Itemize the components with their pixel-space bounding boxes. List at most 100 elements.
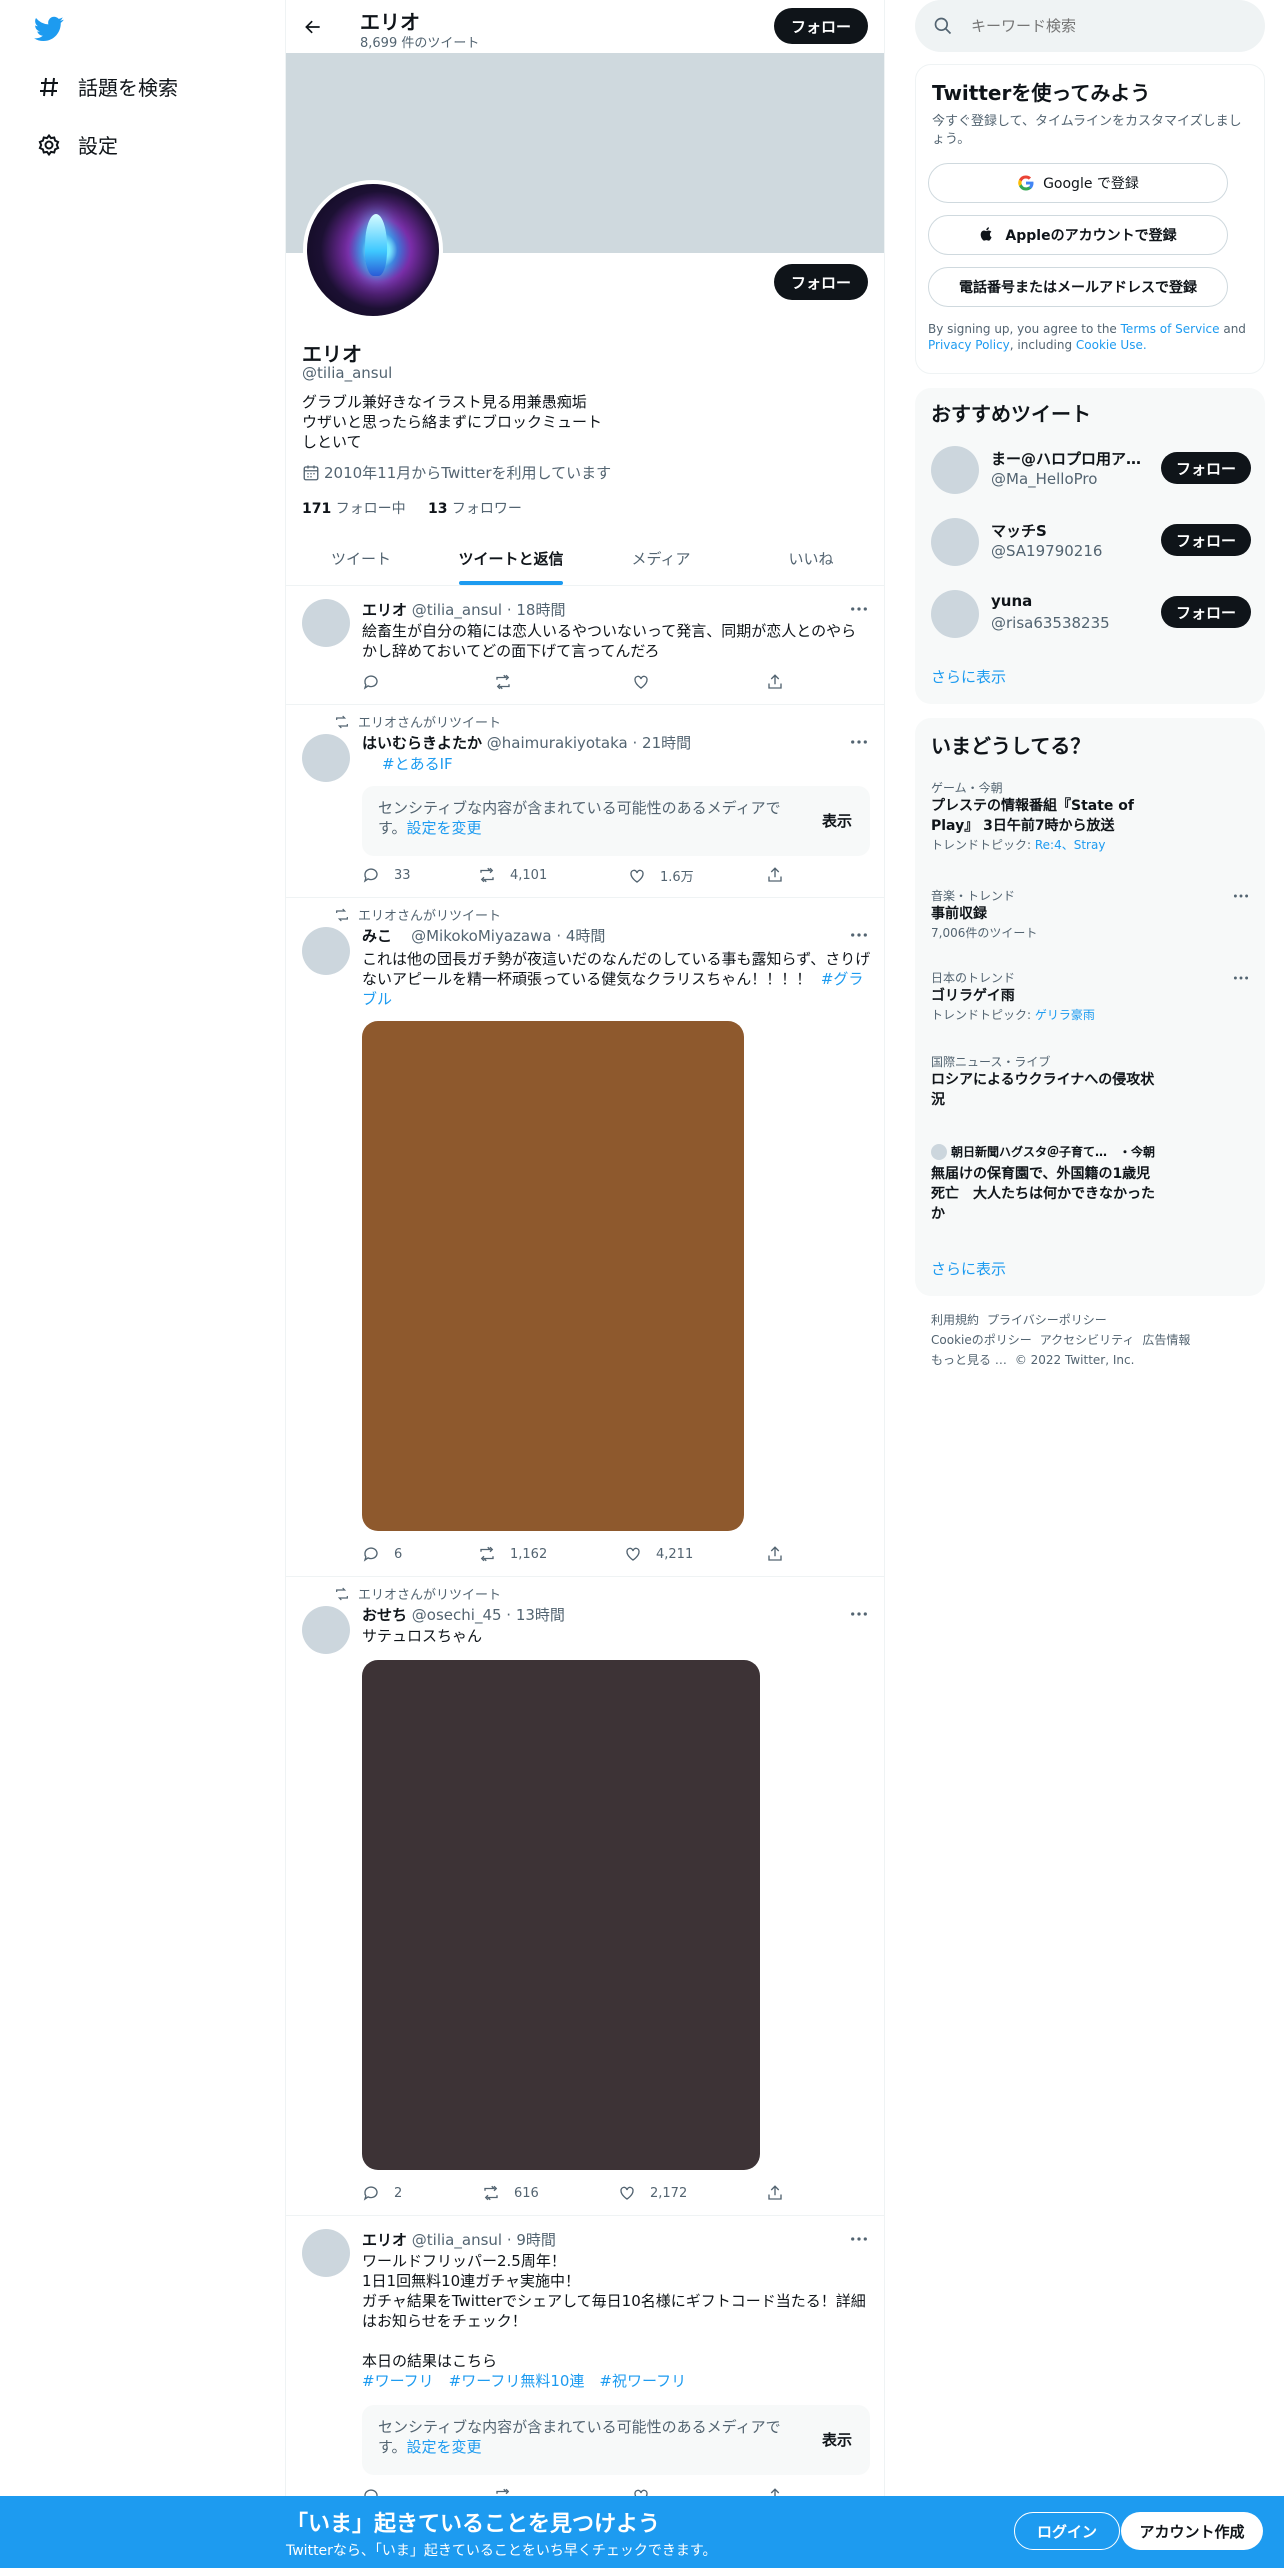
profile-follow-button[interactable]: フォロー	[774, 264, 868, 300]
login-button[interactable]: ログイン	[1014, 2512, 1120, 2550]
phone-email-signup-button[interactable]: 電話番号またはメールアドレスで登録	[928, 267, 1228, 307]
recommended-user[interactable]: マッチS @SA19790216 フォロー	[931, 516, 1251, 568]
share-button[interactable]	[766, 1545, 798, 1563]
profile-tabs: ツイート ツイートと返信 メディア いいね	[286, 532, 884, 586]
terms-link[interactable]: Terms of Service	[1121, 322, 1220, 336]
search-input[interactable]	[971, 17, 1231, 35]
avatar[interactable]	[302, 2229, 350, 2277]
avatar[interactable]	[302, 599, 350, 647]
twitter-logo-icon[interactable]	[34, 14, 64, 44]
retweet-button[interactable]: 4,101	[478, 866, 547, 884]
show-media-button[interactable]: 表示	[822, 2429, 852, 2450]
tab-media[interactable]: メディア	[586, 532, 736, 585]
like-button[interactable]	[632, 673, 664, 691]
cookie-link[interactable]: Cookie Use.	[1076, 338, 1147, 352]
trends-title: いまどうしてる？	[931, 734, 1091, 758]
more-icon[interactable]	[1231, 888, 1251, 904]
more-icon[interactable]	[848, 1604, 870, 1624]
reply-button[interactable]: 6	[362, 1545, 402, 1563]
reply-icon	[362, 866, 380, 884]
sensitive-media-notice: センシティブな内容が含まれている可能性のあるメディアです。設定を変更 表示	[362, 2405, 870, 2475]
trend-item[interactable]: 国際ニュース・ライブ ロシアによるウクライナへの侵攻状況	[931, 1054, 1251, 1110]
avatar[interactable]	[302, 734, 350, 782]
signup-button[interactable]: アカウント作成	[1121, 2512, 1263, 2550]
more-icon[interactable]	[848, 732, 870, 752]
tweet-image[interactable]	[362, 1660, 760, 2170]
tab-likes[interactable]: いいね	[736, 532, 884, 585]
trend-item[interactable]: 朝日新聞ハグスタ＠子育て… ・今朝 無届けの保育園で、外国籍の1歳児死亡 大人た…	[931, 1144, 1251, 1224]
apple-icon	[979, 226, 997, 244]
retweet-button[interactable]: 616	[482, 2184, 539, 2202]
more-icon[interactable]	[848, 599, 870, 619]
heart-icon	[624, 1545, 642, 1563]
avatar[interactable]	[931, 590, 979, 638]
retweeted-by: エリオさんがリツイート	[334, 905, 501, 924]
following-link[interactable]: 171 フォロー中	[302, 501, 406, 517]
reply-button[interactable]: 33	[362, 866, 411, 884]
more-icon[interactable]	[848, 2229, 870, 2249]
profile-avatar[interactable]	[303, 180, 443, 320]
tab-tweets-replies[interactable]: ツイートと返信	[436, 532, 586, 585]
retweet-button[interactable]	[494, 673, 526, 691]
reply-button[interactable]: 2	[362, 2184, 402, 2202]
tweet[interactable]: エリオ @tilia_ansul · 9時間 ワールドフリッパー2.5周年！ 1…	[286, 2217, 884, 2517]
share-button[interactable]	[766, 866, 798, 884]
reply-icon	[362, 1545, 380, 1563]
avatar[interactable]	[302, 927, 350, 975]
tweet-text: 絵畜生が自分の箱には恋人いるやついないって発言、同期が恋人とのやらかし辞めておい…	[362, 622, 857, 660]
show-more-link[interactable]: さらに表示	[931, 666, 1006, 687]
bottom-title: 「いま」起きていることを見つけよう	[286, 2512, 661, 2537]
tweet[interactable]: エリオさんがリツイート みこ @MikokoMiyazawa · 4時間 これは…	[286, 899, 884, 1577]
share-icon	[766, 866, 784, 884]
retweet-button[interactable]: 1,162	[478, 1545, 547, 1563]
privacy-link[interactable]: Privacy Policy	[928, 338, 1010, 352]
apple-signup-button[interactable]: Appleのアカウントで登録	[928, 215, 1228, 255]
tweet-text: これは他の団長ガチ勢が夜這いだのなんだのしている事も露知らず、さりげないアピール…	[362, 950, 871, 1008]
like-button[interactable]: 2,172	[618, 2184, 687, 2202]
more-icon[interactable]	[1231, 970, 1251, 986]
avatar[interactable]	[931, 446, 979, 494]
tweet-image[interactable]	[362, 1021, 744, 1531]
tweet[interactable]: エリオ @tilia_ansul · 18時間 絵畜生が自分の箱には恋人いるやつ…	[286, 587, 884, 705]
recommended-user[interactable]: yuna @risa63538235 フォロー	[931, 588, 1251, 640]
like-button[interactable]: 4,211	[624, 1545, 693, 1563]
follow-button[interactable]: フォロー	[1161, 596, 1251, 628]
google-signup-button[interactable]: Google で登録	[928, 163, 1228, 203]
login-prompt-bar: 「いま」起きていることを見つけよう Twitterなら、「いま」起きていることを…	[0, 2496, 1284, 2568]
tweet[interactable]: エリオさんがリツイート はいむらきよたか @haimurakiyotaka · …	[286, 706, 884, 898]
tweet-header: エリオ @tilia_ansul · 18時間	[362, 601, 566, 619]
nav-explore[interactable]: 話題を検索	[36, 72, 178, 101]
change-settings-link[interactable]: 設定を変更	[407, 2438, 482, 2456]
search-box[interactable]	[915, 0, 1265, 52]
show-more-link[interactable]: さらに表示	[931, 1258, 1006, 1279]
header-follow-button[interactable]: フォロー	[774, 8, 868, 44]
reply-button[interactable]	[362, 673, 394, 691]
profile-header-bar: エリオ 8,699 件のツイート フォロー	[286, 0, 884, 53]
back-arrow-icon[interactable]	[298, 12, 328, 42]
trend-item[interactable]: ゲーム・今朝 プレステの情報番組『State of Play』 3日午前7時から…	[931, 780, 1251, 854]
like-button[interactable]: 1.6万	[628, 866, 694, 885]
recommended-panel: おすすめツイート まー@ハロプロ用ア… @Ma_HelloPro フォロー マッ…	[915, 388, 1265, 704]
reply-icon	[362, 2184, 380, 2202]
hashtag-link[interactable]: #とあるIF	[382, 754, 882, 774]
share-button[interactable]	[766, 673, 798, 691]
more-icon[interactable]	[848, 925, 870, 945]
trend-item[interactable]: 音楽・トレンド 事前収録 7,006件のツイート	[931, 888, 1251, 942]
retweet-icon	[482, 2184, 500, 2202]
change-settings-link[interactable]: 設定を変更	[407, 819, 482, 837]
follow-button[interactable]: フォロー	[1161, 524, 1251, 556]
show-media-button[interactable]: 表示	[822, 810, 852, 831]
avatar[interactable]	[931, 518, 979, 566]
hashtag-links[interactable]: #ワーフリ #ワーフリ無料10連 #祝ワーフリ	[362, 2371, 872, 2391]
followers-link[interactable]: 13 フォロワー	[428, 501, 522, 517]
trend-item[interactable]: 日本のトレンド ゴリラゲイ雨 トレンドトピック: ゲリラ豪雨	[931, 970, 1251, 1024]
header-tweet-count: 8,699 件のツイート	[360, 36, 480, 51]
nav-settings[interactable]: 設定	[36, 130, 118, 159]
share-button[interactable]	[766, 2184, 798, 2202]
tab-tweets[interactable]: ツイート	[286, 532, 436, 585]
recommended-user[interactable]: まー@ハロプロ用ア… @Ma_HelloPro フォロー	[931, 444, 1251, 496]
follow-button[interactable]: フォロー	[1161, 452, 1251, 484]
tweet[interactable]: エリオさんがリツイート おせち @osechi_45 · 13時間 サテュロスち…	[286, 1578, 884, 2216]
tweet-header: みこ @MikokoMiyazawa · 4時間	[362, 927, 606, 945]
avatar[interactable]	[302, 1606, 350, 1654]
